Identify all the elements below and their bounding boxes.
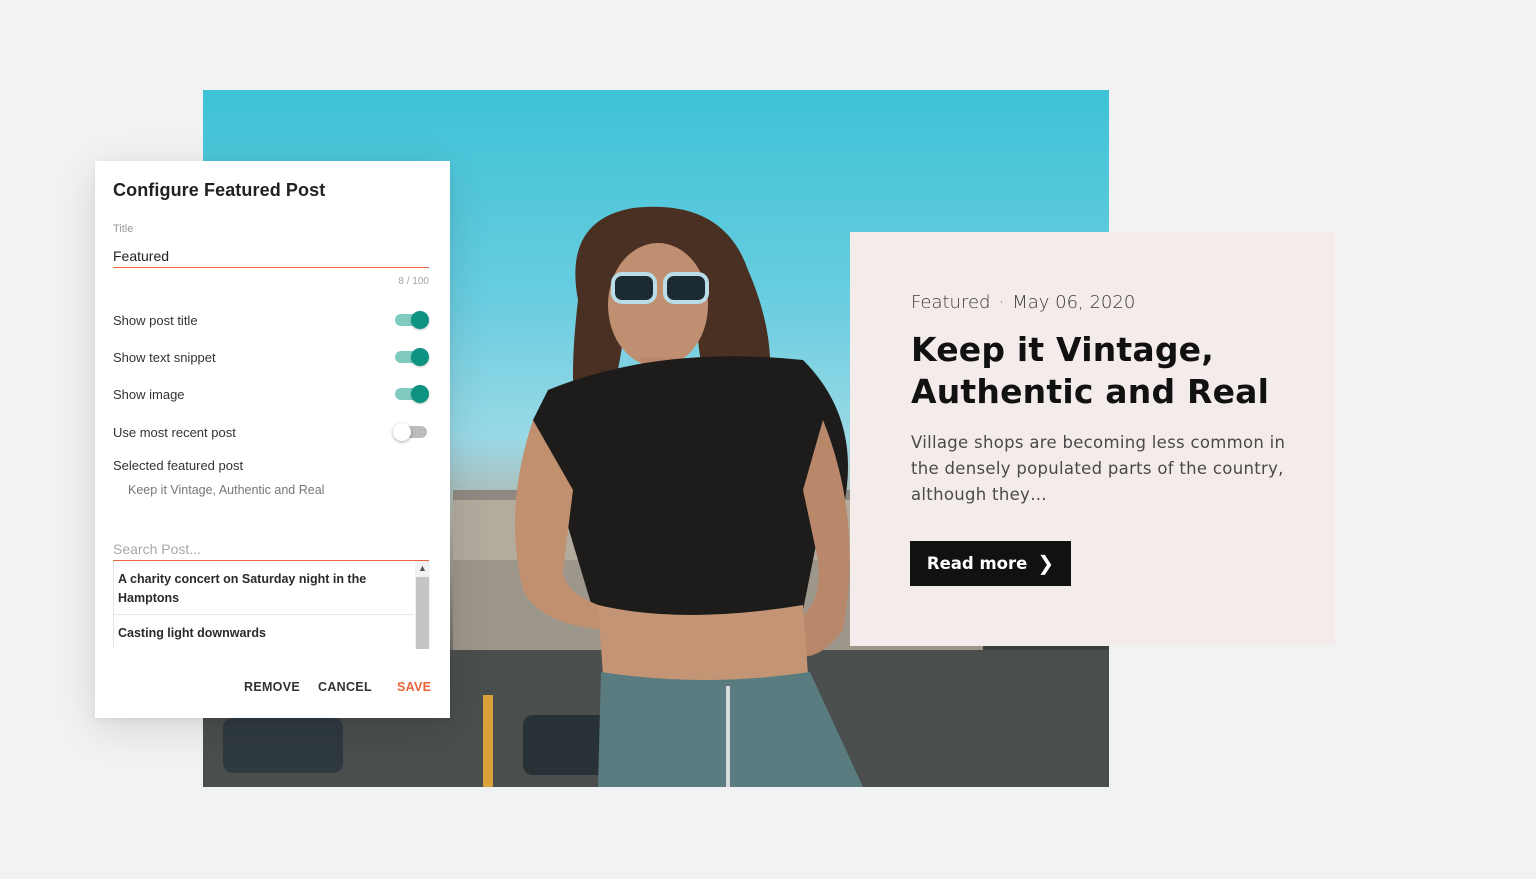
scroll-thumb[interactable]	[416, 577, 429, 649]
toggle-row-show-text-snippet: Show text snippet	[113, 346, 429, 368]
meta-separator: ·	[998, 292, 1005, 313]
configure-featured-post-dialog: Configure Featured Post Title 8 / 100 Sh…	[95, 161, 450, 718]
search-result-item[interactable]: A charity concert on Saturday night in t…	[118, 570, 406, 608]
toggle-label: Show post title	[113, 312, 198, 328]
post-category: Featured	[911, 292, 991, 313]
title-input[interactable]	[113, 245, 429, 268]
show-post-title-toggle[interactable]	[395, 311, 429, 329]
post-snippet: Village shops are becoming less common i…	[911, 433, 1286, 504]
toggle-knob	[411, 311, 429, 329]
read-more-label: Read more	[926, 554, 1028, 573]
read-more-button[interactable]: Read more ❯	[910, 541, 1071, 586]
dialog-actions: REMOVE CANCEL SAVE	[95, 680, 450, 698]
car-left	[223, 718, 343, 773]
cancel-button[interactable]: CANCEL	[318, 680, 372, 694]
selected-featured-post-value: Keep it Vintage, Authentic and Real	[128, 483, 325, 497]
toggle-row-use-most-recent-post: Use most recent post	[113, 421, 429, 443]
save-button[interactable]: SAVE	[397, 680, 431, 694]
remove-button[interactable]: REMOVE	[244, 680, 300, 694]
midriff	[598, 605, 808, 683]
title-field-label: Title	[113, 223, 134, 235]
toggle-knob	[393, 423, 411, 441]
featured-post-card: Featured · May 06, 2020 Keep it Vintage, A…	[850, 232, 1335, 646]
use-most-recent-post-toggle[interactable]	[393, 423, 429, 441]
show-image-toggle[interactable]	[395, 385, 429, 403]
chevron-right-icon: ❯	[1037, 550, 1055, 575]
toggle-label: Show text snippet	[113, 349, 216, 365]
post-title[interactable]: Keep it Vintage, Authentic and Real	[911, 329, 1311, 413]
toggle-label: Show image	[113, 386, 185, 402]
post-date: May 06, 2020	[1012, 292, 1136, 313]
result-divider	[114, 614, 414, 615]
dialog-title: Configure Featured Post	[113, 180, 326, 200]
post-meta: Featured · May 06, 2020	[911, 292, 1135, 313]
selected-featured-post-label: Selected featured post	[113, 458, 244, 473]
face	[608, 243, 708, 367]
search-results-list: A charity concert on Saturday night in t…	[113, 561, 430, 649]
toggle-row-show-image: Show image	[113, 383, 429, 405]
search-result-item[interactable]: Casting light downwards	[118, 624, 406, 643]
sunglasses-right-lens	[663, 272, 709, 304]
toggle-knob	[411, 385, 429, 403]
toggle-knob	[411, 348, 429, 366]
results-scrollbar[interactable]: ▲	[415, 561, 430, 649]
search-post-input[interactable]	[113, 538, 429, 561]
show-text-snippet-toggle[interactable]	[395, 348, 429, 366]
sunglasses-left-lens	[611, 272, 657, 304]
toggle-row-show-post-title: Show post title	[113, 309, 429, 331]
scroll-up-arrow-icon[interactable]: ▲	[415, 561, 430, 576]
toggle-label: Use most recent post	[113, 424, 236, 440]
yellow-post	[483, 695, 493, 787]
character-counter: 8 / 100	[398, 276, 429, 287]
